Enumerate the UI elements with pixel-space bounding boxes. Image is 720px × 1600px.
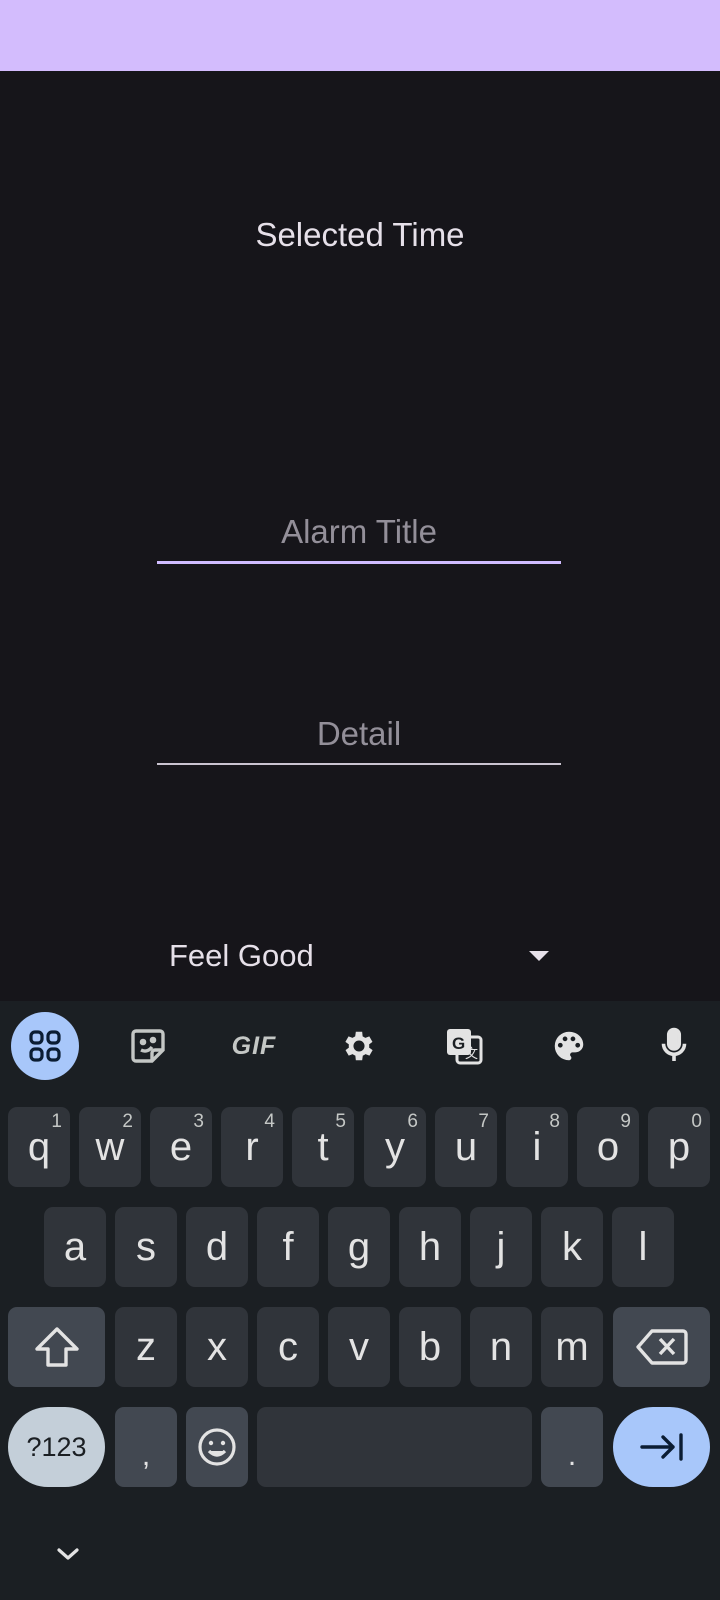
key-n[interactable]: n — [470, 1307, 532, 1387]
emoji-key[interactable] — [186, 1407, 248, 1487]
sound-dropdown[interactable]: Feel Good — [157, 931, 561, 981]
detail-input[interactable] — [157, 715, 561, 765]
key-hint: 2 — [122, 1111, 133, 1132]
backspace-icon — [635, 1329, 688, 1365]
comma-key[interactable]: , — [115, 1407, 177, 1487]
shift-icon — [34, 1327, 79, 1367]
key-label: e — [169, 1124, 193, 1169]
key-t[interactable]: t5 — [292, 1107, 354, 1187]
alarm-title-field — [157, 513, 561, 564]
settings-gear-icon[interactable] — [325, 1012, 393, 1080]
key-z[interactable]: z — [115, 1307, 177, 1387]
key-hint: 3 — [193, 1111, 204, 1132]
key-label: p — [667, 1124, 691, 1169]
palette-icon[interactable] — [535, 1012, 603, 1080]
key-v[interactable]: v — [328, 1307, 390, 1387]
key-hint: 9 — [620, 1111, 631, 1132]
collapse-keyboard-chevron-icon[interactable] — [46, 1532, 90, 1576]
detail-field — [157, 715, 561, 765]
key-hint: 6 — [407, 1111, 418, 1132]
key-label: q — [27, 1124, 51, 1169]
keyboard-toolbar: GIF G 文 — [0, 1001, 720, 1093]
key-a[interactable]: a — [44, 1207, 106, 1287]
svg-text:G: G — [452, 1034, 465, 1053]
keyboard: GIF G 文 q 1 w 2 e 3 r 4 t 5 y 6 u 7 i 8 … — [0, 1001, 720, 1600]
symbols-key[interactable]: ?123 — [8, 1407, 105, 1487]
tab-next-icon — [639, 1433, 683, 1461]
key-label: u — [454, 1124, 478, 1169]
sound-dropdown-value: Feel Good — [169, 938, 314, 973]
period-key[interactable]: . — [541, 1407, 603, 1487]
key-x[interactable]: x — [186, 1307, 248, 1387]
key-hint: 1 — [51, 1111, 62, 1132]
spacebar[interactable] — [257, 1407, 532, 1487]
key-q[interactable]: q1 — [8, 1107, 70, 1187]
key-label: w — [95, 1124, 125, 1169]
selected-time-button[interactable]: Selected Time — [0, 216, 720, 254]
key-s[interactable]: s — [115, 1207, 177, 1287]
key-i[interactable]: i8 — [506, 1107, 568, 1187]
key-hint: 4 — [264, 1111, 275, 1132]
next-field-key[interactable] — [613, 1407, 710, 1487]
key-m[interactable]: m — [541, 1307, 603, 1387]
key-w[interactable]: w2 — [79, 1107, 141, 1187]
status-bar — [0, 0, 720, 71]
emoji-icon — [198, 1428, 236, 1466]
key-g[interactable]: g — [328, 1207, 390, 1287]
key-hint: 7 — [478, 1111, 489, 1132]
apps-grid-icon[interactable] — [11, 1012, 79, 1080]
key-f[interactable]: f — [257, 1207, 319, 1287]
key-p[interactable]: p0 — [648, 1107, 710, 1187]
key-hint: 5 — [335, 1111, 346, 1132]
dropdown-arrow-icon — [529, 951, 549, 961]
microphone-icon[interactable] — [640, 1012, 708, 1080]
key-hint: 0 — [691, 1111, 702, 1132]
backspace-key[interactable] — [613, 1307, 710, 1387]
gif-button[interactable]: GIF — [220, 1012, 288, 1080]
key-k[interactable]: k — [541, 1207, 603, 1287]
alarm-title-input[interactable] — [157, 513, 561, 564]
key-label: i — [532, 1124, 542, 1169]
shift-key[interactable] — [8, 1307, 105, 1387]
alarm-form: Selected Time Feel Good — [0, 71, 720, 1001]
key-h[interactable]: h — [399, 1207, 461, 1287]
sticker-icon[interactable] — [114, 1012, 182, 1080]
key-e[interactable]: e3 — [150, 1107, 212, 1187]
key-label: y — [385, 1124, 405, 1169]
key-c[interactable]: c — [257, 1307, 319, 1387]
key-o[interactable]: o9 — [577, 1107, 639, 1187]
key-d[interactable]: d — [186, 1207, 248, 1287]
key-l[interactable]: l — [612, 1207, 674, 1287]
translate-icon[interactable]: G 文 — [430, 1012, 498, 1080]
key-j[interactable]: j — [470, 1207, 532, 1287]
key-b[interactable]: b — [399, 1307, 461, 1387]
key-r[interactable]: r4 — [221, 1107, 283, 1187]
svg-text:文: 文 — [465, 1047, 478, 1062]
key-label: t — [317, 1124, 329, 1169]
key-y[interactable]: y6 — [364, 1107, 426, 1187]
key-label: r — [245, 1124, 259, 1169]
key-label: o — [596, 1124, 620, 1169]
key-u[interactable]: u7 — [435, 1107, 497, 1187]
key-hint: 8 — [549, 1111, 560, 1132]
